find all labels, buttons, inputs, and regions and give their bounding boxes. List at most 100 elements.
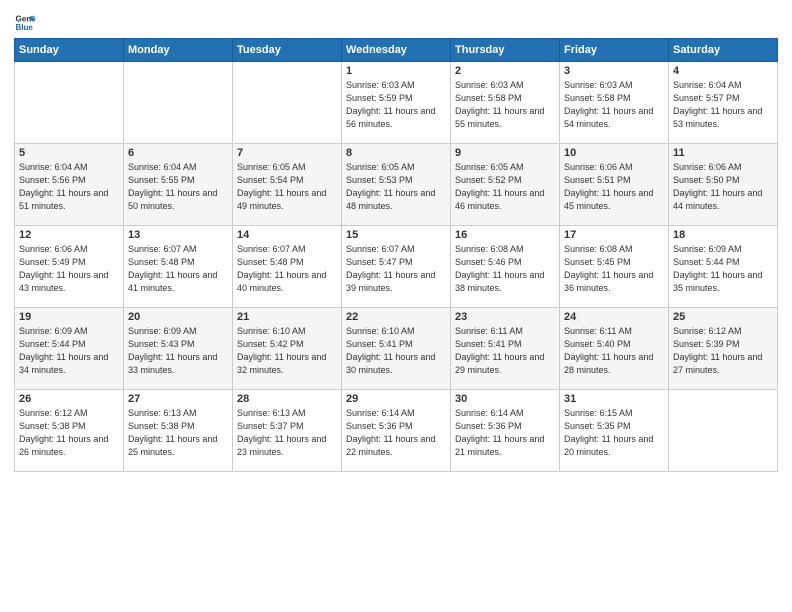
calendar-cell: 17 Sunrise: 6:08 AMSunset: 5:45 PMDayligh…: [560, 226, 669, 308]
day-info: Sunrise: 6:03 AMSunset: 5:59 PMDaylight:…: [346, 80, 435, 129]
calendar-cell: 23 Sunrise: 6:11 AMSunset: 5:41 PMDayligh…: [451, 308, 560, 390]
day-number: 7: [237, 147, 337, 159]
calendar-cell: 12Sunrise: 6:06 AMSunset: 5:49 PMDayligh…: [15, 226, 124, 308]
weekday-friday: Friday: [560, 39, 669, 62]
weekday-tuesday: Tuesday: [233, 39, 342, 62]
day-info: Sunrise: 6:13 AMSunset: 5:38 PMDaylight:…: [128, 408, 217, 457]
calendar-cell: 25 Sunrise: 6:12 AMSunset: 5:39 PMDayligh…: [669, 308, 778, 390]
calendar-cell: 10Sunrise: 6:06 AMSunset: 5:51 PMDayligh…: [560, 144, 669, 226]
day-info: Sunrise: 6:07 AMSunset: 5:47 PMDaylight:…: [346, 244, 435, 293]
day-number: 29: [346, 393, 446, 405]
day-info: Sunrise: 6:09 AMSunset: 5:44 PMDaylight:…: [673, 244, 762, 293]
calendar-cell: 28 Sunrise: 6:13 AMSunset: 5:37 PMDayligh…: [233, 390, 342, 472]
calendar-cell: 11 Sunrise: 6:06 AMSunset: 5:50 PMDayligh…: [669, 144, 778, 226]
calendar-table: SundayMondayTuesdayWednesdayThursdayFrid…: [14, 38, 778, 472]
calendar-cell: [124, 62, 233, 144]
calendar-cell: 27 Sunrise: 6:13 AMSunset: 5:38 PMDayligh…: [124, 390, 233, 472]
day-number: 5: [19, 147, 119, 159]
calendar-cell: 14 Sunrise: 6:07 AMSunset: 5:48 PMDayligh…: [233, 226, 342, 308]
day-info: Sunrise: 6:03 AMSunset: 5:58 PMDaylight:…: [455, 80, 544, 129]
calendar-cell: 16 Sunrise: 6:08 AMSunset: 5:46 PMDayligh…: [451, 226, 560, 308]
day-info: Sunrise: 6:05 AMSunset: 5:52 PMDaylight:…: [455, 162, 544, 211]
day-info: Sunrise: 6:07 AMSunset: 5:48 PMDaylight:…: [128, 244, 217, 293]
day-info: Sunrise: 6:07 AMSunset: 5:48 PMDaylight:…: [237, 244, 326, 293]
calendar-week-1: 1Sunrise: 6:03 AMSunset: 5:59 PMDaylight…: [15, 62, 778, 144]
calendar-cell: 21Sunrise: 6:10 AMSunset: 5:42 PMDayligh…: [233, 308, 342, 390]
calendar-week-2: 5 Sunrise: 6:04 AMSunset: 5:56 PMDaylight…: [15, 144, 778, 226]
calendar-cell: 22 Sunrise: 6:10 AMSunset: 5:41 PMDayligh…: [342, 308, 451, 390]
day-info: Sunrise: 6:15 AMSunset: 5:35 PMDaylight:…: [564, 408, 653, 457]
calendar-cell: 31Sunrise: 6:15 AMSunset: 5:35 PMDayligh…: [560, 390, 669, 472]
calendar-cell: 20Sunrise: 6:09 AMSunset: 5:43 PMDayligh…: [124, 308, 233, 390]
weekday-sunday: Sunday: [15, 39, 124, 62]
day-info: Sunrise: 6:13 AMSunset: 5:37 PMDaylight:…: [237, 408, 326, 457]
weekday-header-row: SundayMondayTuesdayWednesdayThursdayFrid…: [15, 39, 778, 62]
weekday-thursday: Thursday: [451, 39, 560, 62]
day-info: Sunrise: 6:04 AMSunset: 5:56 PMDaylight:…: [19, 162, 108, 211]
day-info: Sunrise: 6:11 AMSunset: 5:41 PMDaylight:…: [455, 326, 544, 375]
day-number: 24: [564, 311, 664, 323]
day-number: 30: [455, 393, 555, 405]
logo: General Blue: [14, 10, 40, 32]
calendar-cell: 29 Sunrise: 6:14 AMSunset: 5:36 PMDayligh…: [342, 390, 451, 472]
day-info: Sunrise: 6:08 AMSunset: 5:45 PMDaylight:…: [564, 244, 653, 293]
day-number: 16: [455, 229, 555, 241]
calendar-cell: 5 Sunrise: 6:04 AMSunset: 5:56 PMDaylight…: [15, 144, 124, 226]
day-info: Sunrise: 6:06 AMSunset: 5:50 PMDaylight:…: [673, 162, 762, 211]
day-number: 12: [19, 229, 119, 241]
day-number: 8: [346, 147, 446, 159]
header: General Blue: [14, 10, 778, 32]
weekday-wednesday: Wednesday: [342, 39, 451, 62]
calendar-cell: 7Sunrise: 6:05 AMSunset: 5:54 PMDaylight…: [233, 144, 342, 226]
day-info: Sunrise: 6:05 AMSunset: 5:53 PMDaylight:…: [346, 162, 435, 211]
calendar-cell: 6 Sunrise: 6:04 AMSunset: 5:55 PMDaylight…: [124, 144, 233, 226]
calendar-cell: 8 Sunrise: 6:05 AMSunset: 5:53 PMDaylight…: [342, 144, 451, 226]
calendar-cell: 9 Sunrise: 6:05 AMSunset: 5:52 PMDaylight…: [451, 144, 560, 226]
calendar-cell: [669, 390, 778, 472]
calendar-cell: 3Sunrise: 6:03 AMSunset: 5:58 PMDaylight…: [560, 62, 669, 144]
day-info: Sunrise: 6:14 AMSunset: 5:36 PMDaylight:…: [346, 408, 435, 457]
day-number: 14: [237, 229, 337, 241]
day-info: Sunrise: 6:08 AMSunset: 5:46 PMDaylight:…: [455, 244, 544, 293]
day-number: 21: [237, 311, 337, 323]
calendar-cell: 18Sunrise: 6:09 AMSunset: 5:44 PMDayligh…: [669, 226, 778, 308]
day-number: 2: [455, 65, 555, 77]
calendar-cell: [15, 62, 124, 144]
day-info: Sunrise: 6:11 AMSunset: 5:40 PMDaylight:…: [564, 326, 653, 375]
day-number: 17: [564, 229, 664, 241]
day-number: 26: [19, 393, 119, 405]
calendar-cell: 15 Sunrise: 6:07 AMSunset: 5:47 PMDayligh…: [342, 226, 451, 308]
calendar-page: General Blue SundayMondayTuesdayWednesda…: [0, 0, 792, 612]
day-number: 28: [237, 393, 337, 405]
day-number: 15: [346, 229, 446, 241]
weekday-monday: Monday: [124, 39, 233, 62]
day-number: 3: [564, 65, 664, 77]
day-number: 13: [128, 229, 228, 241]
calendar-cell: 19Sunrise: 6:09 AMSunset: 5:44 PMDayligh…: [15, 308, 124, 390]
day-info: Sunrise: 6:12 AMSunset: 5:39 PMDaylight:…: [673, 326, 762, 375]
day-info: Sunrise: 6:09 AMSunset: 5:43 PMDaylight:…: [128, 326, 217, 375]
calendar-cell: 2 Sunrise: 6:03 AMSunset: 5:58 PMDaylight…: [451, 62, 560, 144]
day-number: 11: [673, 147, 773, 159]
day-info: Sunrise: 6:12 AMSunset: 5:38 PMDaylight:…: [19, 408, 108, 457]
day-info: Sunrise: 6:06 AMSunset: 5:51 PMDaylight:…: [564, 162, 653, 211]
calendar-week-3: 12Sunrise: 6:06 AMSunset: 5:49 PMDayligh…: [15, 226, 778, 308]
day-number: 6: [128, 147, 228, 159]
day-info: Sunrise: 6:04 AMSunset: 5:55 PMDaylight:…: [128, 162, 217, 211]
day-info: Sunrise: 6:10 AMSunset: 5:41 PMDaylight:…: [346, 326, 435, 375]
calendar-week-4: 19Sunrise: 6:09 AMSunset: 5:44 PMDayligh…: [15, 308, 778, 390]
day-number: 9: [455, 147, 555, 159]
weekday-saturday: Saturday: [669, 39, 778, 62]
day-number: 23: [455, 311, 555, 323]
logo-icon: General Blue: [14, 10, 36, 32]
day-number: 27: [128, 393, 228, 405]
day-number: 4: [673, 65, 773, 77]
calendar-cell: 26 Sunrise: 6:12 AMSunset: 5:38 PMDayligh…: [15, 390, 124, 472]
day-number: 25: [673, 311, 773, 323]
day-number: 22: [346, 311, 446, 323]
calendar-cell: 13 Sunrise: 6:07 AMSunset: 5:48 PMDayligh…: [124, 226, 233, 308]
day-info: Sunrise: 6:09 AMSunset: 5:44 PMDaylight:…: [19, 326, 108, 375]
calendar-week-5: 26 Sunrise: 6:12 AMSunset: 5:38 PMDayligh…: [15, 390, 778, 472]
calendar-cell: [233, 62, 342, 144]
calendar-cell: 24 Sunrise: 6:11 AMSunset: 5:40 PMDayligh…: [560, 308, 669, 390]
